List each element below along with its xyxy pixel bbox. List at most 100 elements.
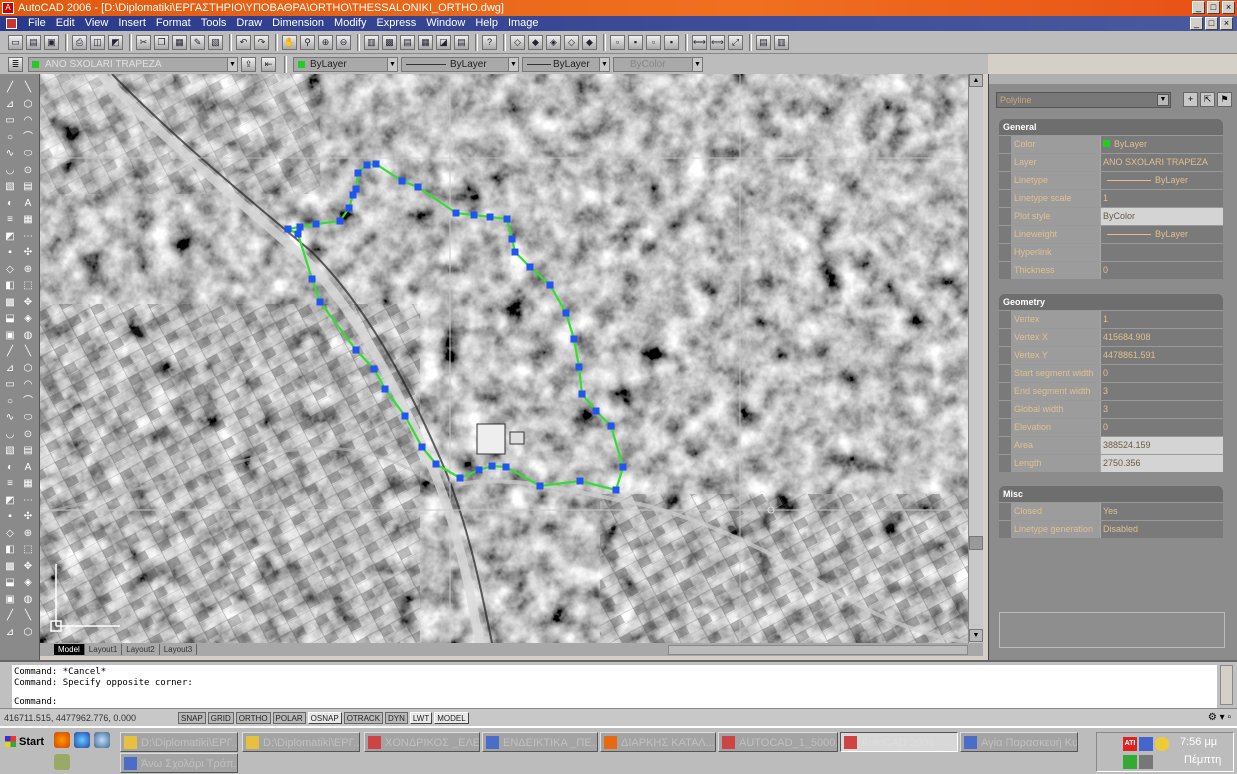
tool-icon[interactable]: ⊿ [4,99,16,111]
zoom-previous-icon[interactable]: ⊖ [336,34,351,50]
vertex-grip[interactable] [607,422,615,430]
save-icon[interactable]: ▣ [44,34,59,50]
property-value[interactable]: 0 [1101,419,1223,436]
property-row[interactable]: Color ByLayer [999,135,1223,153]
vertex-grip[interactable] [470,211,478,219]
chevron-down-icon[interactable]: ▼ [387,57,397,71]
property-value[interactable] [1101,244,1223,261]
autocad-app-icon[interactable]: A [2,2,14,14]
toggle-pickadd-icon[interactable]: + [1183,92,1198,107]
vertex-grip[interactable] [352,346,360,354]
tool-icon[interactable]: ⌒ [22,396,34,408]
vertex-grip[interactable] [508,235,516,243]
layer-tools-icon[interactable]: ▥ [774,34,789,50]
vertex-grip[interactable] [370,365,378,373]
tool-icon[interactable]: ◐ [4,198,16,210]
property-value[interactable]: 4478861.591 [1101,347,1223,364]
express-icon[interactable]: ◇ [564,34,579,50]
select-objects-icon[interactable]: ⇱ [1200,92,1215,107]
menu-help[interactable]: Help [470,16,503,31]
tool-icon[interactable]: ⌒ [22,132,34,144]
orthophoto-drawing[interactable] [40,74,968,643]
property-value[interactable]: 3 [1101,401,1223,418]
volume-icon[interactable] [1139,755,1153,769]
tool-icon[interactable]: ▦ [22,214,34,226]
match-properties-icon[interactable]: ✎ [190,34,205,50]
menu-window[interactable]: Window [421,16,470,31]
taskbar-button[interactable]: D:\Diplomatiki\ΕΡΓ... [120,732,238,752]
doc-restore-button[interactable]: □ [1205,17,1218,30]
vertical-scrollbar[interactable]: ▲ ▼ [968,74,983,643]
toggle-grid[interactable]: GRID [207,711,234,724]
express-icon[interactable]: ◆ [582,34,597,50]
tool-icon[interactable]: ◡ [4,429,16,441]
tool-icon[interactable]: ▣ [4,594,16,606]
property-row[interactable]: Global width 3 [999,400,1223,418]
property-value[interactable]: ByLayer [1101,226,1223,243]
tool-icon[interactable]: ◇ [4,528,16,540]
vertex-grip[interactable] [354,169,362,177]
menu-file[interactable]: File [23,16,51,31]
doc-close-button[interactable]: × [1220,17,1233,30]
palette-title-strip[interactable] [989,74,1237,84]
vertex-grip[interactable] [536,482,544,490]
vertex-grip[interactable] [562,309,570,317]
menu-express[interactable]: Express [371,16,421,31]
tool-icon[interactable]: ⊕ [22,528,34,540]
express-icon[interactable]: ◆ [528,34,543,50]
vertex-grip[interactable] [284,225,292,233]
chevron-down-icon[interactable]: ▼ [692,57,702,71]
tool-icon[interactable]: ⬭ [22,412,34,424]
chevron-down-icon[interactable]: ▼ [508,57,518,71]
tool-icon[interactable]: ✥ [22,561,34,573]
chevron-down-icon[interactable]: ▼ [599,57,609,71]
plotstyle-dropdown[interactable]: ByColor ▼ [613,56,703,72]
toggle-ortho[interactable]: ORTHO [235,711,271,724]
vertex-grip[interactable] [526,263,534,271]
tool-icon[interactable]: ▧ [4,445,16,457]
vertex-grip[interactable] [452,209,460,217]
image-icon[interactable]: ▪ [628,34,643,50]
tool-icon[interactable]: A [22,462,34,474]
property-row[interactable]: Linetype scale 1 [999,189,1223,207]
firefox-icon[interactable] [54,732,70,748]
coordinate-readout[interactable]: 416711.515, 4477962.776, 0.000 [0,713,178,723]
tool-icon[interactable]: ⋯ [22,495,34,507]
section-header[interactable]: Misc [999,486,1223,502]
property-row[interactable]: Thickness 0 [999,261,1223,279]
property-row[interactable]: Vertex X 415684.908 [999,328,1223,346]
vertex-grip[interactable] [336,217,344,225]
property-row[interactable]: Hyperlink [999,243,1223,261]
publish-icon[interactable]: ◩ [108,34,123,50]
express-icon[interactable]: ◇ [510,34,525,50]
dim-icon[interactable]: ⟺ [710,34,725,50]
tool-icon[interactable]: ◩ [4,231,16,243]
layer-tools-icon[interactable]: ▤ [756,34,771,50]
property-row[interactable]: Layer ANO SXOLARI TRAPEZA [999,153,1223,171]
express-icon[interactable]: ◈ [546,34,561,50]
tool-icon[interactable]: ◠ [22,379,34,391]
tool-icon[interactable]: ▪ [4,247,16,259]
close-button[interactable]: × [1222,1,1235,14]
vertex-grip[interactable] [511,248,519,256]
markup-icon[interactable]: ◪ [436,34,451,50]
maximize-button[interactable]: □ [1207,1,1220,14]
internet-explorer-icon[interactable] [74,732,90,748]
vertex-grip[interactable] [619,463,627,471]
taskbar-button[interactable]: ΕΝΔΕΙΚΤΙΚΑ _ΠΕ... [482,732,598,752]
color-dropdown[interactable]: ByLayer ▼ [293,56,398,72]
vertex-grip[interactable] [349,191,357,199]
tool-icon[interactable]: ▭ [4,379,16,391]
tool-icon[interactable]: ▦ [22,478,34,490]
horizontal-scrollbar[interactable] [668,645,968,655]
chevron-down-icon[interactable]: ▼ [1157,94,1169,106]
property-row[interactable]: Plot style ByColor [999,207,1223,225]
property-row[interactable]: Lineweight ByLayer [999,225,1223,243]
taskbar-button[interactable]: ΧΟΝΔΡΙΚΟΣ _ΕΛΕ... [364,732,480,752]
tool-icon[interactable]: ╲ [22,82,34,94]
dim-icon[interactable]: ⟷ [692,34,707,50]
tool-icon[interactable]: ╱ [4,82,16,94]
tool-icon[interactable]: ╱ [4,346,16,358]
vertex-grip[interactable] [363,161,371,169]
make-layer-current-icon[interactable]: ⇪ [241,56,256,72]
